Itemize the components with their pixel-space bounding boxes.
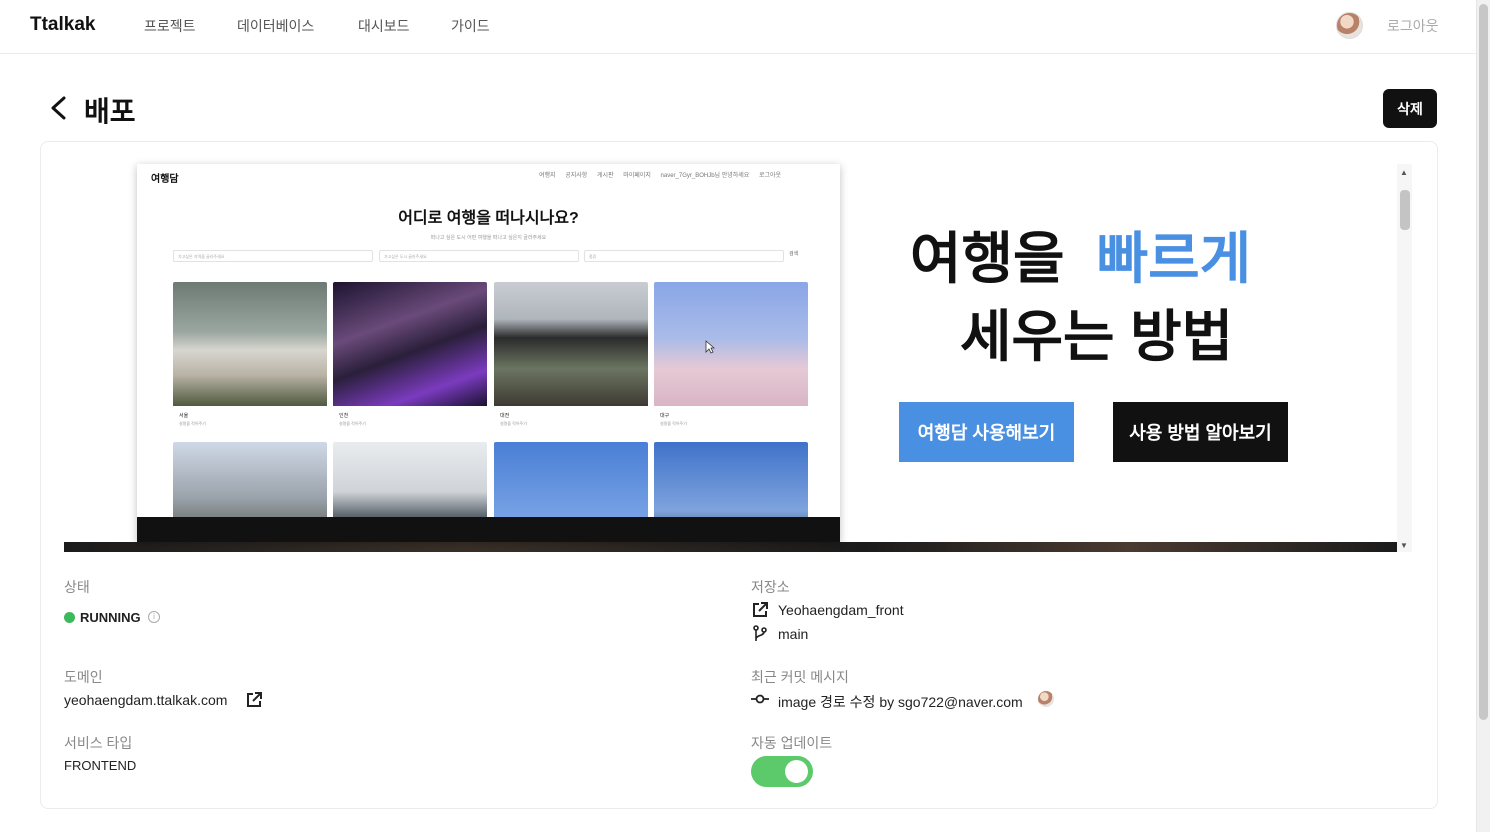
hero-title-line2: 세우는 방법 xyxy=(960,305,1234,368)
preview-tile-name: 인천 xyxy=(339,413,349,419)
page-title: 배포 xyxy=(84,96,136,127)
commit-message: image 경로 수정 by sgo722@naver.com xyxy=(778,694,1023,710)
nav-link-guide[interactable]: 가이드 xyxy=(451,16,490,36)
preview-tile-desc: 설명을 적어주기 xyxy=(500,421,527,426)
preview-tile-desc: 설명을 적어주기 xyxy=(339,421,366,426)
preview-tile-image xyxy=(173,282,327,406)
repo-label: 저장소 xyxy=(751,579,790,595)
nav-link-database[interactable]: 데이터베이스 xyxy=(237,16,314,36)
top-nav: Ttalkak 프로젝트 데이터베이스 대시보드 가이드 로그아웃 xyxy=(0,0,1476,54)
preview-scrollbar-thumb[interactable] xyxy=(1400,190,1410,230)
preview-tile-caption: 대구설명을 적어주기 xyxy=(654,406,808,434)
preview-nav-item: 공지사항 xyxy=(565,173,588,179)
preview-tile-name: 서울 xyxy=(179,413,189,419)
preview-tile-name: 대구 xyxy=(660,413,670,419)
auto-update-label: 자동 업데이트 xyxy=(751,735,833,751)
user-avatar[interactable] xyxy=(1336,12,1363,39)
preview-nav-item: 여행지 xyxy=(539,173,556,179)
preview-footer-bar xyxy=(137,517,840,542)
external-link-icon[interactable] xyxy=(751,601,769,619)
preview-screenshot: 여행담 여행지 공지사항 게시판 마이페이지 naver_7Gyr_BOHJb님… xyxy=(137,164,840,542)
preview-bottom-strip xyxy=(64,542,1397,552)
preview-tile-caption: 대전설명을 적어주기 xyxy=(494,406,648,434)
git-commit-icon xyxy=(751,694,769,704)
preview-tile-name: 대전 xyxy=(500,413,510,419)
external-link-icon[interactable] xyxy=(245,691,263,709)
preview-scrollbar[interactable]: ▲ ▼ xyxy=(1397,164,1412,552)
domain-link[interactable]: yeohaengdam.ttalkak.com xyxy=(64,692,227,708)
status-running-dot-icon xyxy=(64,612,75,623)
preview-tile-caption: 인천설명을 적어주기 xyxy=(333,406,487,434)
preview-select: 가고싶은 지역을 골라주세요 xyxy=(173,250,373,262)
try-service-button[interactable]: 여행담 사용해보기 xyxy=(899,402,1074,462)
preview-nav-item: naver_7Gyr_BOHJb님 안녕하세요 xyxy=(660,173,750,179)
learn-how-button[interactable]: 사용 방법 알아보기 xyxy=(1113,402,1288,462)
preview-tile-desc: 설명을 적어주기 xyxy=(660,421,687,426)
back-arrow-icon[interactable] xyxy=(46,94,74,122)
preview-tile: 대전설명을 적어주기 xyxy=(494,282,648,434)
commit-label: 최근 커밋 메시지 xyxy=(751,669,849,685)
nav-link-projects[interactable]: 프로젝트 xyxy=(144,16,196,36)
nav-link-dashboard[interactable]: 대시보드 xyxy=(358,16,410,36)
preview-nav-item: 로그아웃 xyxy=(759,173,782,179)
logout-link[interactable]: 로그아웃 xyxy=(1387,16,1439,36)
hero-title-text: 여행을 xyxy=(910,227,1065,290)
preview-search-button: 검색 xyxy=(789,251,799,257)
preview-select: 종류 xyxy=(584,250,784,262)
info-icon[interactable]: i xyxy=(148,611,160,623)
page-scrollbar[interactable] xyxy=(1476,0,1490,832)
preview-tile-image xyxy=(654,282,808,406)
hero-title-line1: 여행을 빠르게 xyxy=(910,214,1251,295)
preview-tile: 인천설명을 적어주기 xyxy=(333,282,487,434)
preview-tile: 서울설명을 적어주기 xyxy=(173,282,327,434)
commit-author-avatar xyxy=(1038,691,1054,707)
git-branch-icon xyxy=(753,625,767,641)
preview-select: 가고싶은 도시 골라주세요 xyxy=(379,250,579,262)
preview-subheading: 떠나고 싶은 도시 어떤 여행을 떠나고 싶은지 골라주세요 xyxy=(430,235,547,241)
preview-site-logo: 여행담 xyxy=(151,174,179,185)
preview-tile-image xyxy=(333,282,487,406)
status-value: RUNNING xyxy=(80,610,141,625)
scroll-up-icon[interactable]: ▲ xyxy=(1400,168,1408,177)
repo-name-link[interactable]: Yeohaengdam_front xyxy=(778,602,904,618)
mouse-cursor-icon xyxy=(705,340,715,354)
service-type-value: FRONTEND xyxy=(64,758,137,773)
page-scrollbar-thumb[interactable] xyxy=(1479,4,1488,720)
brand-logo[interactable]: Ttalkak xyxy=(30,14,95,36)
preview-tile-desc: 설명을 적어주기 xyxy=(179,421,206,426)
preview-heading: 어디로 여행을 떠나시나요? xyxy=(398,210,579,227)
preview-tile: 대구설명을 적어주기 xyxy=(654,282,808,434)
status-label: 상태 xyxy=(64,579,90,595)
service-type-label: 서비스 타입 xyxy=(64,735,133,751)
preview-nav-item: 게시판 xyxy=(597,173,614,179)
branch-name: main xyxy=(778,626,809,642)
preview-tile-caption: 서울설명을 적어주기 xyxy=(173,406,327,434)
auto-update-toggle[interactable] xyxy=(751,756,813,787)
toggle-knob xyxy=(785,760,808,783)
preview-site-nav: 여행지 공지사항 게시판 마이페이지 naver_7Gyr_BOHJb님 안녕하… xyxy=(539,170,789,179)
preview-tile-image xyxy=(494,282,648,406)
preview-nav-item: 마이페이지 xyxy=(623,173,651,179)
delete-button[interactable]: 삭제 xyxy=(1383,89,1437,128)
hero-title-accent: 빠르게 xyxy=(1096,227,1252,290)
scroll-down-icon[interactable]: ▼ xyxy=(1400,541,1408,550)
domain-label: 도메인 xyxy=(64,669,103,685)
